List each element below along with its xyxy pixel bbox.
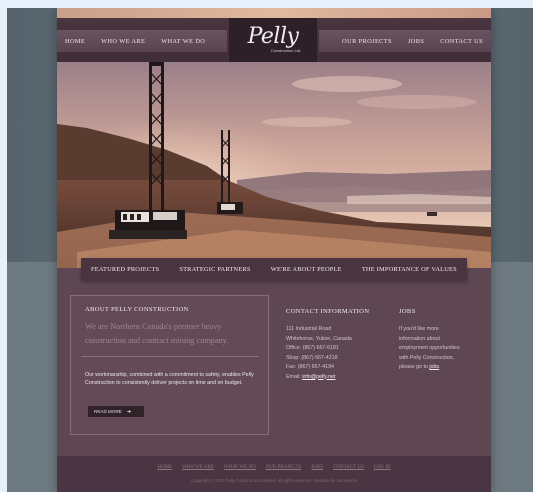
nav-what-we-do[interactable]: WHAT WE DO xyxy=(161,38,205,45)
jobs-line: If you'd like more xyxy=(399,326,439,332)
contact-office-phone: Office: (867) 667-6181 xyxy=(286,345,339,351)
page-background: HOME WHO WE ARE WHAT WE DO Pelly Constru… xyxy=(7,8,533,492)
site-page: HOME WHO WE ARE WHAT WE DO Pelly Constru… xyxy=(57,8,491,492)
contact-title: CONTACT INFORMATION xyxy=(286,308,370,315)
footer-home[interactable]: HOME xyxy=(157,465,172,470)
logo-subtitle: Construction Ltd. xyxy=(270,48,302,53)
nav-home[interactable]: HOME xyxy=(65,38,85,45)
about-body: Our workmanship, combined with a commitm… xyxy=(85,372,254,386)
contact-fax: Fax: (867) 667-4194 xyxy=(286,364,334,370)
top-strip xyxy=(57,8,491,18)
contact-email-line: Email: info@pelly.net xyxy=(286,373,386,383)
contact-email-label: Email: xyxy=(286,373,301,380)
footer-our-projects[interactable]: OUR PROJECTS xyxy=(266,465,302,470)
jobs-title: JOBS xyxy=(399,308,416,315)
jobs-line: information about xyxy=(399,335,440,342)
footer xyxy=(57,456,491,492)
jobs-line: with Pelly Construction, xyxy=(399,354,455,361)
jobs-info: If you'd like more information about emp… xyxy=(399,325,489,373)
logo-name: Pelly xyxy=(247,24,299,49)
nav-our-projects[interactable]: OUR PROJECTS xyxy=(342,38,392,45)
contact-info: 111 Industrial Road Whitehorse, Yukon, C… xyxy=(286,325,386,382)
jobs-prefix: please go to xyxy=(399,364,428,370)
about-tagline: We are Northern Canada's premier heavy c… xyxy=(85,322,229,345)
footer-what-we-do[interactable]: WHAT WE DO xyxy=(224,465,256,470)
arrow-right-icon: ➜ xyxy=(126,408,132,415)
footer-nav: HOME WHO WE ARE WHAT WE DO OUR PROJECTS … xyxy=(57,465,491,470)
hero-image xyxy=(57,62,491,268)
subnav-featured-projects[interactable]: FEATURED PROJECTS xyxy=(91,266,159,273)
nav-jobs[interactable]: JOBS xyxy=(408,38,424,45)
footer-jobs[interactable]: JOBS xyxy=(311,465,323,470)
footer-who-we-are[interactable]: WHO WE ARE xyxy=(182,465,214,470)
footer-log-in[interactable]: LOG IN xyxy=(374,465,391,470)
contact-shop-phone: Shop: (867) 667-4218 xyxy=(286,354,338,361)
about-divider xyxy=(81,356,259,357)
subnav-about-people[interactable]: WE'RE ABOUT PEOPLE xyxy=(271,266,342,273)
feature-nav: FEATURED PROJECTS STRATEGIC PARTNERS WE'… xyxy=(81,258,467,280)
nav-right: OUR PROJECTS JOBS CONTACT US xyxy=(319,30,491,52)
jobs-line: employment opportunities xyxy=(399,345,460,351)
subnav-strategic-partners[interactable]: STRATEGIC PARTNERS xyxy=(179,266,250,273)
about-title: ABOUT PELLY CONSTRUCTION xyxy=(85,306,189,313)
copyright: Copyright © 2011 Pelly Construction Limi… xyxy=(191,478,357,483)
logo[interactable]: Pelly Construction Ltd. xyxy=(229,18,317,62)
contact-address-line: 111 Industrial Road xyxy=(286,326,332,332)
subnav-importance-of-values[interactable]: THE IMPORTANCE OF VALUES xyxy=(362,266,457,273)
contact-city-line: Whitehorse, Yukon, Canada xyxy=(286,335,352,342)
read-more-label: READ MORE xyxy=(94,409,122,414)
read-more-button[interactable]: READ MORE ➜ xyxy=(88,406,144,417)
nav-contact-us[interactable]: CONTACT US xyxy=(440,38,483,45)
jobs-link[interactable]: jobs xyxy=(429,364,439,370)
hero-photo-drilling-rigs xyxy=(57,62,491,268)
jobs-link-line: please go to jobs. xyxy=(399,364,441,370)
contact-email-link[interactable]: info@pelly.net xyxy=(302,374,335,380)
footer-contact-us[interactable]: CONTACT US xyxy=(333,465,364,470)
nav-left: HOME WHO WE ARE WHAT WE DO xyxy=(57,30,227,52)
nav-who-we-are[interactable]: WHO WE ARE xyxy=(101,38,145,45)
